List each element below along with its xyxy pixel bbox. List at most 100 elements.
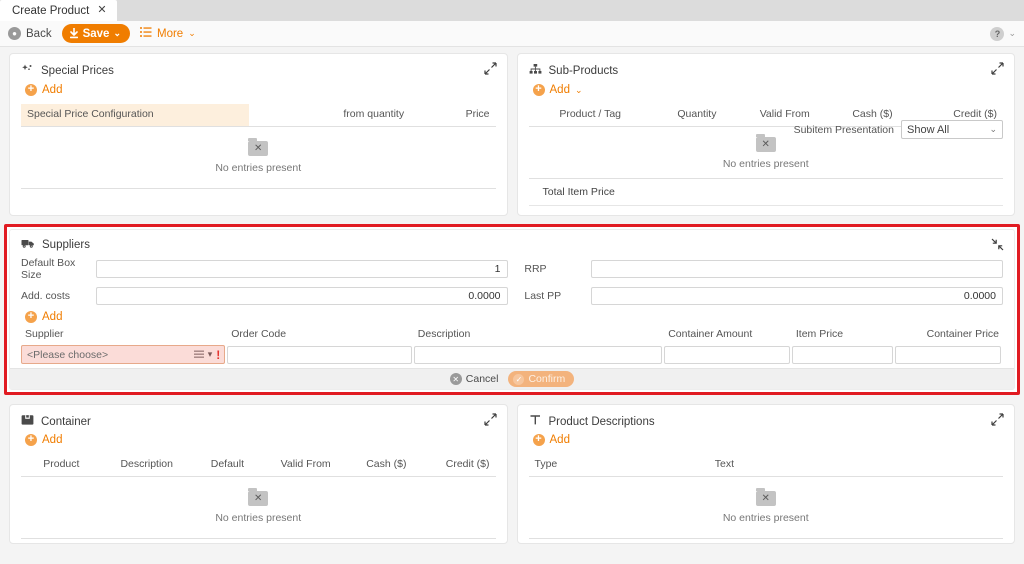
empty-state-text: No entries present xyxy=(722,512,809,524)
description-input[interactable] xyxy=(413,345,663,364)
suppliers-table: Supplier Order Code Description Containe… xyxy=(21,325,1003,364)
last-pp-input[interactable]: 0.0000 xyxy=(591,287,1003,305)
save-button[interactable]: Save ⌄ xyxy=(61,24,130,43)
close-icon: ✕ xyxy=(449,373,462,385)
empty-folder-icon: ✕ xyxy=(248,138,269,156)
container-price-input[interactable] xyxy=(894,345,1001,364)
panel-title-label: Special Prices xyxy=(41,65,114,77)
empty-folder-icon: ✕ xyxy=(755,134,776,152)
column-header[interactable]: Description xyxy=(414,325,664,345)
download-arrow-icon xyxy=(69,28,79,39)
close-icon[interactable]: ✕ xyxy=(97,5,106,16)
container-amount-input[interactable] xyxy=(664,345,790,364)
panel-title-label: Suppliers xyxy=(42,239,90,251)
collapse-icon[interactable] xyxy=(991,238,1004,251)
column-header[interactable]: Description xyxy=(101,454,192,477)
help-button[interactable]: ? ⌄ xyxy=(990,26,1016,41)
table-header-row: Supplier Order Code Description Containe… xyxy=(21,325,1003,345)
item-price-input[interactable] xyxy=(791,345,893,364)
tab-create-product[interactable]: Create Product ✕ xyxy=(0,0,117,21)
column-header[interactable]: Valid From xyxy=(262,454,349,477)
confirm-button[interactable]: ✓ Confirm xyxy=(508,371,575,387)
main-content: Special Prices + Add Special Price Confi… xyxy=(0,47,1024,564)
column-header[interactable]: Special Price Configuration xyxy=(21,104,249,127)
column-header[interactable]: Price xyxy=(410,104,496,127)
tab-bar: Create Product ✕ xyxy=(0,0,1024,21)
panel-suppliers: Suppliers Default Box Size 1 RRP Add. co… xyxy=(9,229,1015,390)
add-sub-product-button[interactable]: + Add ⌄ xyxy=(532,84,1004,96)
subitem-presentation-label: Subitem Presentation xyxy=(793,123,894,136)
column-header[interactable]: Text xyxy=(708,454,1003,477)
tab-label: Create Product xyxy=(12,4,90,17)
plus-icon: + xyxy=(532,84,545,96)
column-header[interactable]: Container Price xyxy=(895,325,1003,345)
table-header-row: Product Description Default Valid From C… xyxy=(21,454,496,477)
add-costs-row: Add. costs 0.0000 Last PP 0.0000 xyxy=(21,287,1003,305)
add-container-button[interactable]: + Add xyxy=(25,434,496,446)
container-amount-cell xyxy=(664,345,792,364)
column-header[interactable]: Default xyxy=(191,454,263,477)
value-help-icon[interactable]: ▾ xyxy=(193,349,212,360)
subitem-presentation-select[interactable]: Show All ⌄ xyxy=(901,120,1003,139)
column-header[interactable]: Cash ($) xyxy=(348,454,425,477)
column-header[interactable]: Credit ($) xyxy=(424,454,496,477)
total-item-price-label: Total Item Price xyxy=(528,178,1003,206)
chevron-down-icon: ⌄ xyxy=(574,84,583,95)
add-costs-input[interactable]: 0.0000 xyxy=(95,287,508,305)
expand-icon[interactable] xyxy=(483,62,497,75)
empty-state-text: No entries present xyxy=(722,158,809,170)
column-header[interactable]: Supplier xyxy=(21,325,227,345)
empty-folder-icon: ✕ xyxy=(755,488,776,506)
add-label: Add xyxy=(42,84,63,96)
empty-state: ✕ No entries present xyxy=(21,476,496,539)
supplier-select-placeholder: <Please choose> xyxy=(27,348,109,361)
column-header[interactable]: Container Amount xyxy=(664,325,792,345)
arrow-left-icon: ● xyxy=(8,27,21,40)
empty-state-row: ✕ No entries present xyxy=(528,476,1003,539)
more-button[interactable]: More ⌄ xyxy=(139,27,196,40)
plus-icon: + xyxy=(25,311,37,323)
default-box-size-input[interactable]: 1 xyxy=(95,260,508,278)
default-box-size-row: Default Box Size 1 RRP xyxy=(21,257,1003,281)
add-supplier-button[interactable]: + Add xyxy=(25,311,1003,323)
column-header[interactable]: from quantity xyxy=(248,104,411,127)
column-header[interactable]: Type xyxy=(528,454,709,477)
supplier-cell: <Please choose> ▾ ! xyxy=(21,345,227,364)
rrp-input[interactable] xyxy=(591,260,1003,278)
empty-state-row: ✕ No entries present xyxy=(21,476,496,539)
column-header[interactable]: Item Price xyxy=(792,325,895,345)
panel-product-descriptions: Product Descriptions + Add Type Text ✕ N… xyxy=(516,404,1015,544)
empty-state-row: ✕ No entries present xyxy=(21,126,496,189)
special-prices-table: Special Price Configuration from quantit… xyxy=(21,104,496,189)
panel-special-prices: Special Prices + Add Special Price Confi… xyxy=(9,53,508,216)
toolbar: ● Back Save ⌄ More ⌄ ? ⌄ xyxy=(0,21,1024,47)
add-product-description-button[interactable]: + Add xyxy=(532,434,1004,446)
expand-icon[interactable] xyxy=(991,62,1004,75)
text-icon xyxy=(529,414,542,429)
list-icon xyxy=(139,27,152,40)
chevron-down-icon: ⌄ xyxy=(1008,28,1016,38)
panel-sub-products: Sub-Products + Add ⌄ Subitem Presentatio… xyxy=(516,53,1015,216)
container-price-cell xyxy=(894,345,1003,364)
expand-icon[interactable] xyxy=(991,413,1004,426)
suppliers-highlight-frame: Suppliers Default Box Size 1 RRP Add. co… xyxy=(4,224,1020,395)
column-header[interactable]: Product xyxy=(21,454,102,477)
expand-icon[interactable] xyxy=(483,413,497,426)
column-header[interactable]: Quantity xyxy=(651,104,742,127)
suppliers-action-bar: ✕ Cancel ✓ Confirm xyxy=(10,368,1014,389)
last-pp-label: Last PP xyxy=(524,290,562,302)
truck-icon xyxy=(21,238,35,252)
chevron-down-icon: ⌄ xyxy=(989,124,997,134)
more-button-label: More xyxy=(156,27,184,40)
plus-icon: + xyxy=(25,84,37,96)
add-special-price-button[interactable]: + Add xyxy=(25,84,496,96)
column-header[interactable]: Order Code xyxy=(227,325,414,345)
order-code-input[interactable] xyxy=(227,345,412,364)
back-button[interactable]: ● Back xyxy=(8,27,52,40)
product-descriptions-title: Product Descriptions xyxy=(529,414,1004,429)
cancel-button[interactable]: ✕ Cancel xyxy=(449,373,498,385)
column-header[interactable]: Product / Tag xyxy=(528,104,652,127)
supplier-select[interactable]: <Please choose> ▾ ! xyxy=(21,345,226,364)
add-label: Add xyxy=(42,434,63,446)
empty-state: ✕ No entries present xyxy=(21,126,496,189)
